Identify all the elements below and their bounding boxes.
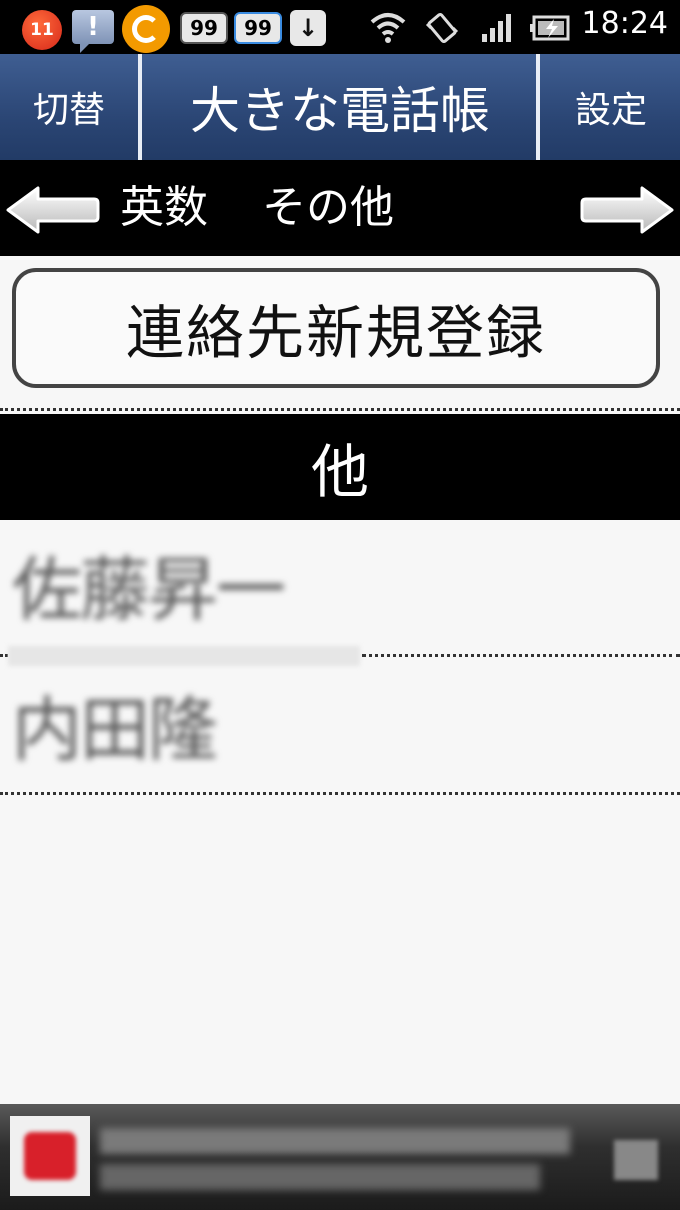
divider — [536, 54, 540, 160]
clock: 18:24 — [581, 6, 668, 41]
contact-detail — [8, 646, 360, 666]
ad-text — [100, 1128, 570, 1154]
divider — [362, 654, 680, 657]
ad-text — [100, 1164, 540, 1190]
vibrate-icon — [425, 12, 459, 44]
index-tab-alphanumeric[interactable]: 英数 — [120, 176, 208, 240]
message-icon: ! — [72, 10, 114, 53]
notification-badge-icon: 11 — [22, 10, 62, 50]
contact-name: 内田隆 — [12, 689, 218, 771]
app-title: 大きな電話帳 — [190, 82, 490, 140]
index-tab-other[interactable]: その他 — [262, 176, 394, 240]
title-bar: 切替 大きな電話帳 設定 — [0, 54, 680, 160]
index-nav: 英数 その他 — [0, 160, 680, 256]
signal-icon — [482, 14, 511, 42]
ad-banner[interactable] — [0, 1104, 680, 1210]
ad-thumb-icon — [10, 1116, 90, 1196]
contact-row[interactable]: 内田隆 — [0, 664, 680, 794]
divider — [0, 408, 680, 411]
ad-close-icon[interactable] — [614, 1140, 658, 1180]
badge-99-blue-icon: 99 — [234, 12, 282, 44]
new-contact-button[interactable]: 連絡先新規登録 — [12, 268, 660, 388]
divider — [0, 792, 680, 795]
contact-row[interactable]: 佐藤昇一 — [0, 524, 680, 666]
battery-charging-icon — [530, 15, 570, 41]
arrow-left-icon[interactable] — [4, 184, 100, 236]
wifi-icon — [370, 13, 406, 43]
section-header: 他 — [0, 414, 680, 520]
status-bar: 11 ! 99 99 ↓ 18:24 — [0, 0, 680, 54]
divider — [138, 54, 142, 160]
download-icon: ↓ — [290, 10, 326, 46]
divider — [0, 654, 8, 657]
badge-99-icon: 99 — [180, 12, 228, 44]
settings-button[interactable]: 設定 — [542, 54, 680, 160]
arrow-right-icon[interactable] — [580, 184, 676, 236]
ring-icon — [122, 5, 170, 53]
switch-button[interactable]: 切替 — [0, 54, 138, 160]
contact-name: 佐藤昇一 — [12, 549, 286, 631]
